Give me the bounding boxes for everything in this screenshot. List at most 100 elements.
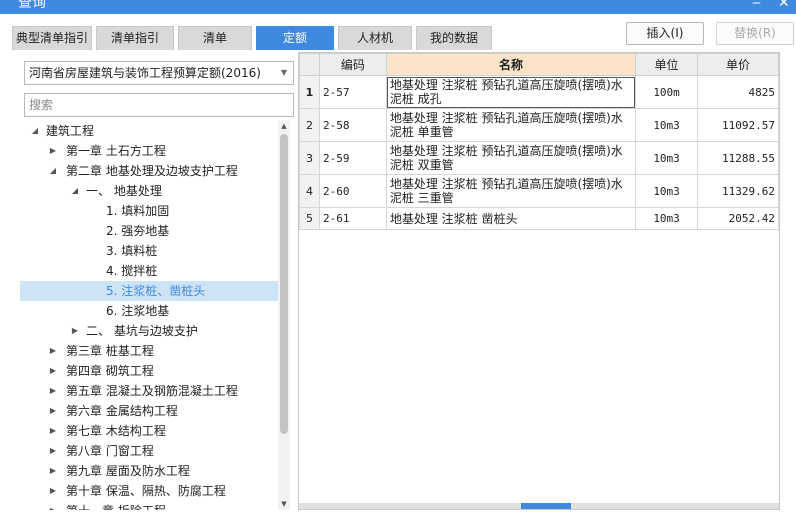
library-select[interactable]: 河南省房屋建筑与装饰工程预算定额(2016) ▼	[24, 61, 294, 85]
column-header-unit[interactable]: 单位	[635, 53, 699, 76]
cell-unit[interactable]: 10m3	[635, 141, 699, 175]
tab-quota[interactable]: 定额	[256, 26, 334, 50]
tree-node-dynamic-compaction[interactable]: 2. 强夯地基	[20, 221, 278, 241]
expand-arrow-icon[interactable]: ▶	[48, 381, 58, 401]
tab-list[interactable]: 清单	[178, 26, 252, 50]
tree-node-chapter-11[interactable]: ▶ 第十一章 拆除工程	[20, 501, 278, 510]
scroll-thumb[interactable]	[280, 134, 288, 434]
column-header-price[interactable]: 单价	[697, 53, 779, 76]
tree-node-chapter-6[interactable]: ▶ 第六章 金属结构工程	[20, 401, 278, 421]
expand-arrow-icon[interactable]: ▶	[48, 501, 58, 510]
tree-node-chapter-1[interactable]: ▶ 第一章 土石方工程	[20, 141, 278, 161]
tree-node-label: 4. 搅拌桩	[106, 264, 158, 278]
tab-labor-material-machine[interactable]: 人材机	[338, 26, 412, 50]
table-row[interactable]: 4 2-60 地基处理 注浆桩 预钻孔道高压旋喷(摆喷)水泥桩 三重管 10m3…	[299, 174, 779, 208]
tree-node-label: 第十章 保温、隔热、防腐工程	[66, 484, 226, 498]
quota-table: 编码 名称 单位 单价 1 2-57 地基处理 注浆桩 预钻孔道高压旋喷(摆喷)…	[299, 53, 779, 230]
search-input[interactable]	[24, 93, 294, 117]
cell-code[interactable]: 2-61	[318, 207, 387, 230]
column-header-code[interactable]: 编码	[318, 53, 387, 76]
expand-arrow-icon[interactable]: ▶	[70, 321, 80, 341]
expand-arrow-icon[interactable]: ▶	[48, 441, 58, 461]
tree-node-chapter-8[interactable]: ▶ 第八章 门窗工程	[20, 441, 278, 461]
tree-node-label: 第四章 砌筑工程	[66, 364, 154, 378]
cell-name[interactable]: 地基处理 注浆桩 预钻孔道高压旋喷(摆喷)水泥桩 三重管	[385, 174, 637, 208]
expand-arrow-icon[interactable]: ▶	[48, 361, 58, 381]
row-index: 1	[299, 75, 320, 109]
insert-button[interactable]: 插入(I)	[626, 22, 704, 45]
tree-node-label: 第十一章 拆除工程	[66, 501, 166, 510]
cell-code[interactable]: 2-58	[318, 108, 387, 142]
scroll-down-icon[interactable]: ▼	[278, 498, 290, 510]
tab-typical-list-guide[interactable]: 典型清单指引	[12, 26, 92, 50]
cell-name[interactable]: 地基处理 注浆桩 预钻孔道高压旋喷(摆喷)水泥桩 双重管	[385, 141, 637, 175]
cell-price[interactable]: 11288.55	[697, 141, 779, 175]
row-index: 4	[299, 174, 320, 208]
left-panel: 河南省房屋建筑与装饰工程预算定额(2016) ▼ ◢ 建筑工程 ▶ 第一章 土石…	[20, 55, 294, 510]
tree-node-grouting-pile[interactable]: 5. 注浆桩、凿桩头	[20, 281, 278, 301]
cell-unit[interactable]: 10m3	[635, 207, 699, 230]
cell-name[interactable]: 地基处理 注浆桩 预钻孔道高压旋喷(摆喷)水泥桩 成孔	[385, 75, 637, 109]
table-row[interactable]: 1 2-57 地基处理 注浆桩 预钻孔道高压旋喷(摆喷)水泥桩 成孔 100m …	[299, 75, 779, 109]
close-icon[interactable]: ✕	[778, 0, 790, 11]
tree-node-label: 3. 填料桩	[106, 244, 158, 258]
cell-code[interactable]: 2-59	[318, 141, 387, 175]
tree-node-label: 一、 地基处理	[86, 184, 162, 198]
chevron-down-icon: ▼	[280, 68, 287, 77]
tree-node-grouting-foundation[interactable]: 6. 注浆地基	[20, 301, 278, 321]
tree-scrollbar[interactable]: ▲ ▼	[278, 120, 290, 510]
cell-code[interactable]: 2-60	[318, 174, 387, 208]
cell-unit[interactable]: 100m	[635, 75, 699, 109]
minimize-icon[interactable]: ‒	[752, 0, 761, 11]
grid-horizontal-scrollbar[interactable]	[299, 503, 779, 509]
expand-arrow-icon[interactable]: ◢	[70, 181, 80, 201]
table-row[interactable]: 5 2-61 地基处理 注浆桩 凿桩头 10m3 2052.42	[299, 207, 779, 230]
expand-arrow-icon[interactable]: ▶	[48, 481, 58, 501]
scroll-up-icon[interactable]: ▲	[278, 120, 290, 132]
tree-node-chapter-7[interactable]: ▶ 第七章 木结构工程	[20, 421, 278, 441]
tree-node-chapter-9[interactable]: ▶ 第九章 屋面及防水工程	[20, 461, 278, 481]
tree-node-label: 第七章 木结构工程	[66, 424, 166, 438]
expand-arrow-icon[interactable]: ◢	[48, 161, 58, 181]
cell-name[interactable]: 地基处理 注浆桩 预钻孔道高压旋喷(摆喷)水泥桩 单重管	[385, 108, 637, 142]
cell-price[interactable]: 11329.62	[697, 174, 779, 208]
table-row[interactable]: 2 2-58 地基处理 注浆桩 预钻孔道高压旋喷(摆喷)水泥桩 单重管 10m3…	[299, 108, 779, 142]
tree-node-label: 2. 强夯地基	[106, 224, 170, 238]
expand-arrow-icon[interactable]: ▶	[48, 421, 58, 441]
expand-arrow-icon[interactable]: ▶	[48, 461, 58, 481]
tab-my-data[interactable]: 我的数据	[416, 26, 492, 50]
header-corner	[299, 53, 320, 76]
tree-node-ground-treatment[interactable]: ◢ 一、 地基处理	[20, 181, 278, 201]
expand-arrow-icon[interactable]: ◢	[30, 121, 40, 141]
tree-node-label: 1. 填料加固	[106, 204, 170, 218]
splitter-handle[interactable]	[521, 503, 571, 509]
cell-price[interactable]: 4825	[697, 75, 779, 109]
tree-node-chapter-5[interactable]: ▶ 第五章 混凝土及钢筋混凝土工程	[20, 381, 278, 401]
cell-price[interactable]: 2052.42	[697, 207, 779, 230]
tree-node-building-engineering[interactable]: ◢ 建筑工程	[20, 121, 278, 141]
window-title: 查询	[18, 0, 46, 11]
tab-list-guide[interactable]: 清单指引	[96, 26, 174, 50]
quota-grid: 编码 名称 单位 单价 1 2-57 地基处理 注浆桩 预钻孔道高压旋喷(摆喷)…	[298, 52, 780, 510]
expand-arrow-icon[interactable]: ▶	[48, 141, 58, 161]
expand-arrow-icon[interactable]: ▶	[48, 341, 58, 361]
tree-node-chapter-3[interactable]: ▶ 第三章 桩基工程	[20, 341, 278, 361]
replace-button[interactable]: 替换(R)	[716, 22, 794, 45]
tree-node-label: 第三章 桩基工程	[66, 344, 154, 358]
cell-unit[interactable]: 10m3	[635, 108, 699, 142]
table-row[interactable]: 3 2-59 地基处理 注浆桩 预钻孔道高压旋喷(摆喷)水泥桩 双重管 10m3…	[299, 141, 779, 175]
tree-node-pit-slope-support[interactable]: ▶ 二、 基坑与边坡支护	[20, 321, 278, 341]
row-index: 3	[299, 141, 320, 175]
tree-node-chapter-2[interactable]: ◢ 第二章 地基处理及边坡支护工程	[20, 161, 278, 181]
cell-unit[interactable]: 10m3	[635, 174, 699, 208]
tree-node-fill-reinforcement[interactable]: 1. 填料加固	[20, 201, 278, 221]
tree-node-fill-pile[interactable]: 3. 填料桩	[20, 241, 278, 261]
cell-price[interactable]: 11092.57	[697, 108, 779, 142]
cell-code[interactable]: 2-57	[318, 75, 387, 109]
cell-name[interactable]: 地基处理 注浆桩 凿桩头	[385, 207, 637, 230]
tree-node-mixing-pile[interactable]: 4. 搅拌桩	[20, 261, 278, 281]
tree-node-chapter-10[interactable]: ▶ 第十章 保温、隔热、防腐工程	[20, 481, 278, 501]
tree-node-chapter-4[interactable]: ▶ 第四章 砌筑工程	[20, 361, 278, 381]
expand-arrow-icon[interactable]: ▶	[48, 401, 58, 421]
column-header-name[interactable]: 名称	[385, 53, 637, 76]
